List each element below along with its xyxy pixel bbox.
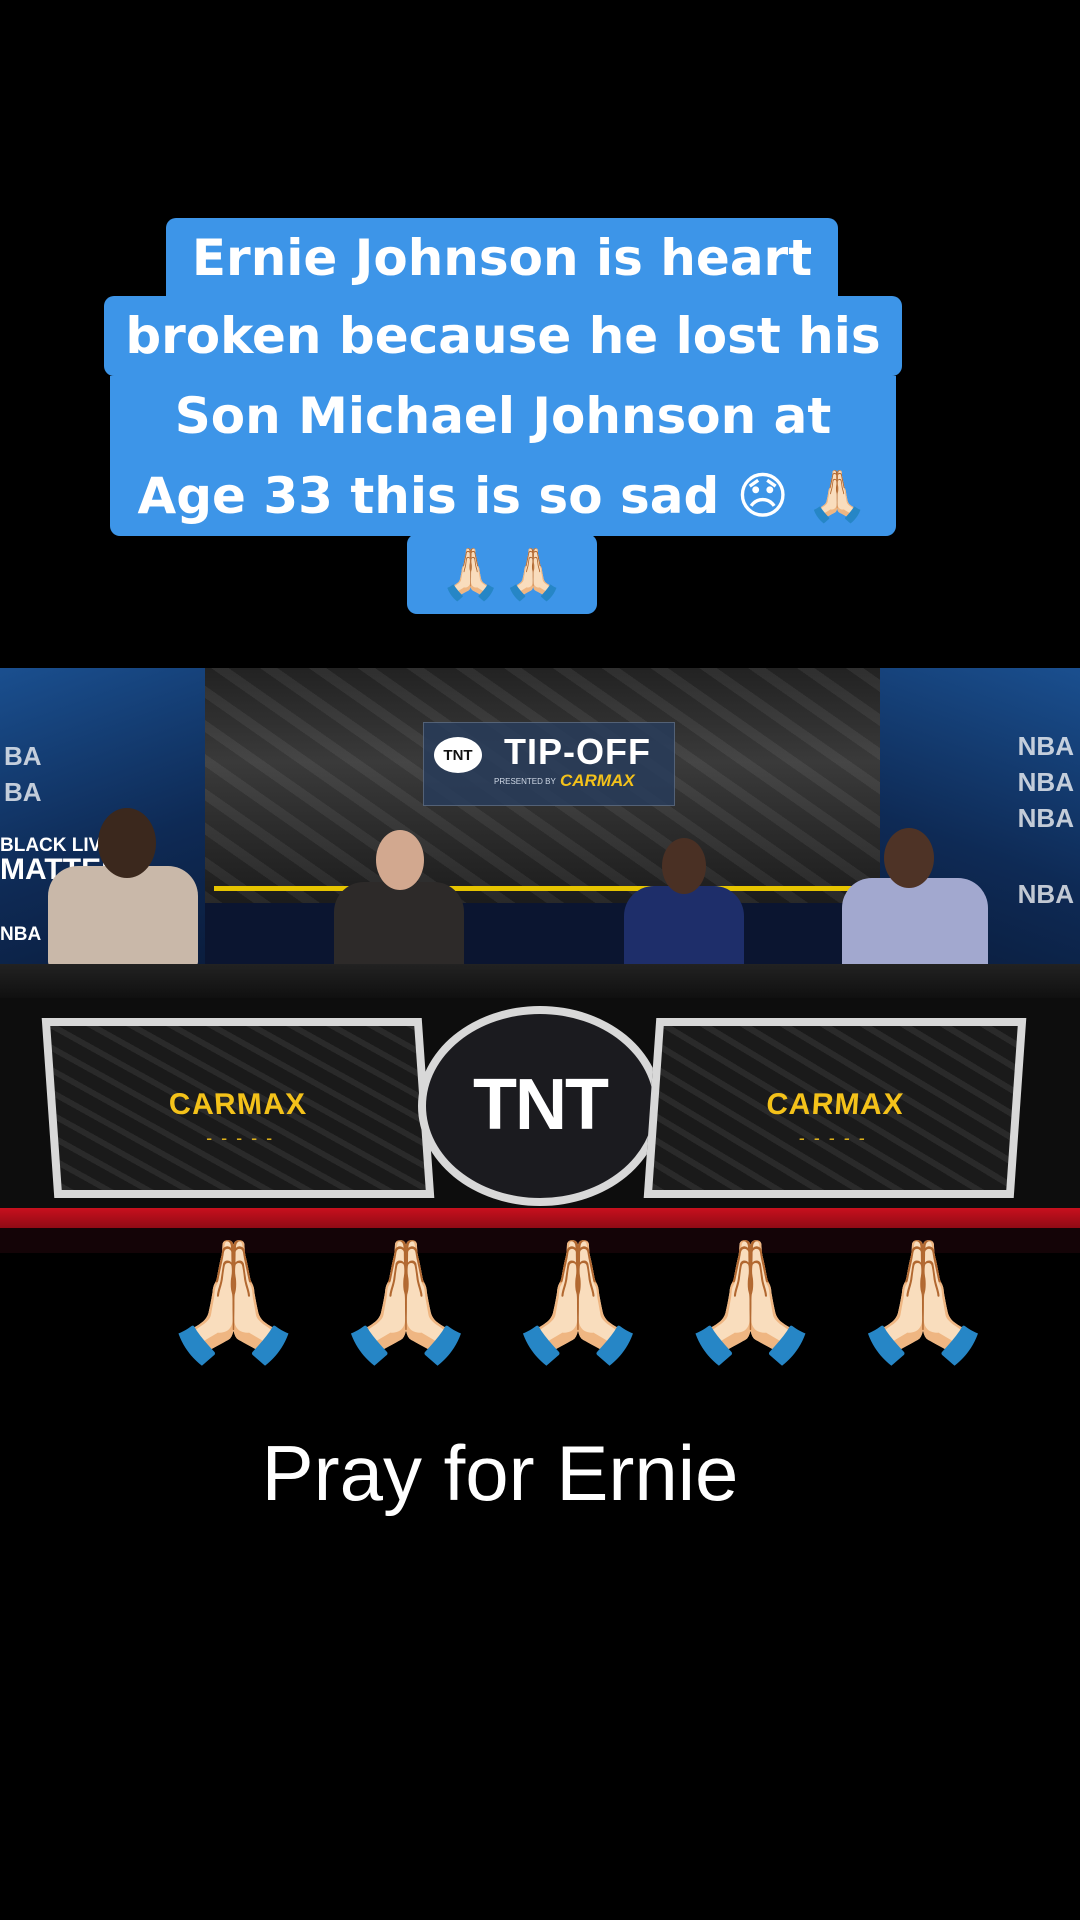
caption-line-5: 🙏🏻🙏🏻 <box>407 534 597 614</box>
host-head <box>662 838 706 894</box>
host-body <box>842 878 988 978</box>
desk-panel-left: CARMAX - - - - - <box>41 1018 435 1198</box>
carmax-dashes: - - - - - <box>798 1128 868 1148</box>
host-body <box>48 866 198 966</box>
pray-for-ernie-text: Pray for Ernie <box>261 1429 739 1517</box>
wall-logos-left: BA BA <box>4 738 42 810</box>
desk-panel-right: CARMAX - - - - - <box>643 1018 1027 1198</box>
host-head <box>884 828 934 888</box>
host-body <box>624 886 744 976</box>
praying-hands-icon: 🙏🏻 <box>677 1231 824 1369</box>
wall-text: BA <box>4 777 42 807</box>
tnt-logo-text: TNT <box>473 1065 609 1145</box>
caption-line-2: broken because he lost his <box>104 296 902 376</box>
sponsor-logo: CARMAX <box>560 771 635 790</box>
video-post-screen: Ernie Johnson is heart broken because he… <box>0 0 1080 1920</box>
wall-text: NBA <box>1017 803 1074 833</box>
wall-text: BA <box>4 741 42 771</box>
studio-desk: CARMAX - - - - - TNT CARMAX - - - - - <box>0 998 1080 1218</box>
praying-hands-icon: 🙏🏻 <box>849 1231 997 1369</box>
caption-line-4: Age 33 this is so sad 😞 🙏🏻 <box>110 456 896 536</box>
host-head <box>98 808 156 878</box>
host-figure <box>326 830 476 980</box>
wall-text: NBA <box>1017 767 1074 797</box>
caption-line-1: Ernie Johnson is heart <box>166 218 838 298</box>
praying-hands-row: 🙏🏻 🙏🏻 🙏🏻 🙏🏻 🙏🏻 <box>160 1225 997 1375</box>
caption-line-3: Son Michael Johnson at <box>110 376 896 456</box>
wall-text: NBA <box>1017 731 1074 761</box>
host-figure <box>620 838 750 978</box>
host-figure <box>842 828 992 978</box>
presented-by: PRESENTED BY <box>494 777 556 786</box>
host-head <box>376 830 424 890</box>
broadcast-video-frame[interactable]: BA BA BLACK LIVES MATTER NBA NBA NBA NBA… <box>0 668 1080 1253</box>
praying-hands-icon: 🙏🏻 <box>504 1231 652 1369</box>
carmax-logo: CARMAX <box>167 1088 308 1121</box>
wall-text: NBA <box>1017 879 1074 909</box>
praying-hands-icon: 🙏🏻 <box>160 1231 307 1369</box>
tnt-badge-icon: TNT <box>434 737 482 773</box>
carmax-logo: CARMAX <box>765 1088 906 1121</box>
tnt-desk-logo: TNT <box>418 1006 662 1206</box>
yellow-accent-line <box>214 886 879 891</box>
carmax-dashes: - - - - - <box>205 1128 275 1148</box>
show-title: TIP-OFF <box>504 731 651 772</box>
praying-hands-icon: 🙏🏻 <box>332 1231 479 1369</box>
host-figure <box>48 808 208 968</box>
wall-logos-right: NBA NBA NBA NBA <box>1018 728 1074 912</box>
tip-off-graphic: TNT TIP-OFF PRESENTED BY CARMAX <box>423 722 675 806</box>
